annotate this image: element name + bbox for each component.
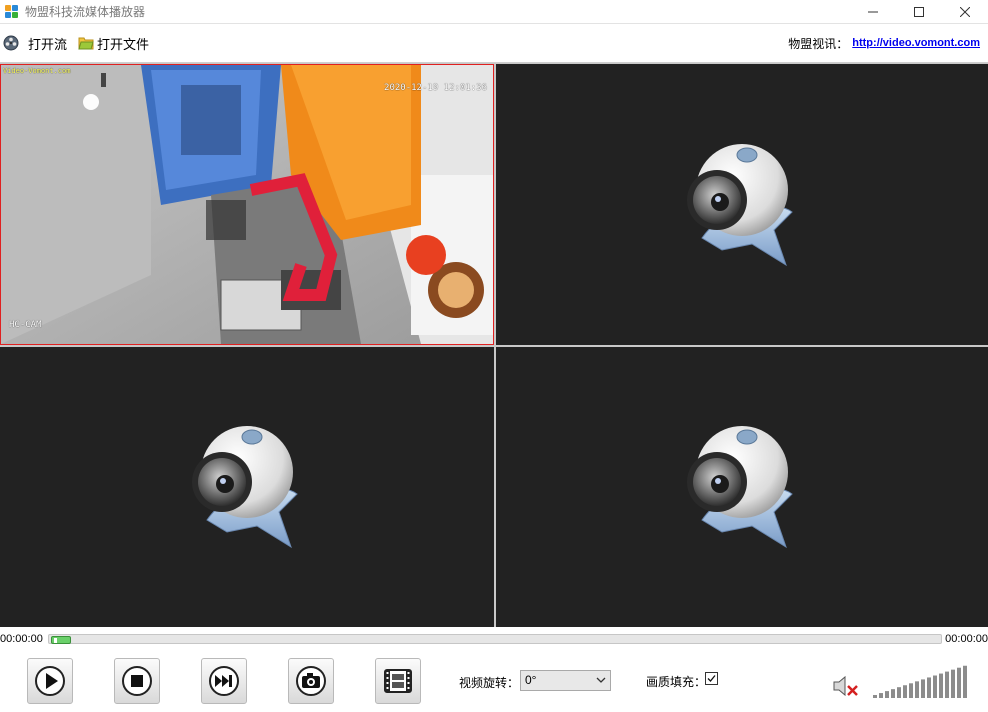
volume-bar[interactable]	[939, 673, 943, 698]
close-button[interactable]	[942, 0, 988, 24]
video-cell-3[interactable]	[0, 347, 494, 627]
video-frame	[1, 65, 493, 344]
osd-camera-name: HC-CAM	[9, 320, 42, 330]
seek-handle[interactable]	[51, 636, 71, 644]
current-time: 00:00:00	[0, 633, 43, 645]
snapshot-icon	[296, 666, 326, 696]
toolbar: 打开流 打开文件 物盟视讯： http://video.vomont.com	[0, 25, 988, 63]
play-icon	[35, 666, 65, 696]
volume-bar[interactable]	[879, 693, 883, 698]
webcam-icon	[687, 143, 793, 266]
volume-bar[interactable]	[873, 695, 877, 698]
folder-icon	[78, 37, 94, 50]
checkmark-icon	[707, 675, 716, 682]
video-cell-1[interactable]: Video-Vomont.com 2020-12-19 12:01:36 HC-…	[0, 64, 494, 345]
window-controls	[850, 0, 988, 24]
video-cell-4[interactable]	[496, 347, 988, 627]
site-label: 物盟视讯：	[788, 36, 849, 51]
mute-button[interactable]	[832, 674, 860, 698]
fill-label: 画质填充：	[646, 675, 707, 689]
site-info: 物盟视讯： http://video.vomont.com	[788, 25, 980, 61]
site-link[interactable]: http://video.vomont.com	[852, 37, 980, 49]
volume-slider[interactable]	[873, 664, 969, 698]
rotation-select[interactable]: 0°	[520, 670, 611, 691]
maximize-icon	[914, 7, 924, 17]
playback-controls: 视频旋转： 0° 画质填充：	[0, 650, 988, 712]
record-button[interactable]	[375, 658, 421, 704]
volume-bar[interactable]	[933, 675, 937, 699]
volume-bar[interactable]	[927, 677, 931, 698]
volume-bar[interactable]	[891, 689, 895, 698]
minimize-icon	[868, 11, 878, 13]
maximize-button[interactable]	[896, 0, 942, 24]
fill-checkbox[interactable]	[705, 672, 718, 685]
open-stream-button[interactable]: 打开流	[3, 25, 67, 61]
webcam-icon	[687, 426, 793, 549]
open-file-button[interactable]: 打开文件	[78, 25, 149, 61]
stop-icon	[122, 666, 152, 696]
video-cell-2[interactable]	[496, 64, 988, 345]
progress-bar: 00:00:00 00:00:00	[0, 628, 988, 650]
volume-bar[interactable]	[885, 691, 889, 698]
webcam-icon	[192, 426, 298, 549]
osd-watermark: Video-Vomont.com	[3, 67, 71, 75]
play-button[interactable]	[27, 658, 73, 704]
rotation-value: 0°	[525, 673, 537, 687]
volume-bar[interactable]	[921, 679, 925, 698]
window-title: 物盟科技流媒体播放器	[25, 5, 146, 19]
next-frame-icon	[209, 666, 239, 696]
title-bar: 物盟科技流媒体播放器	[0, 0, 988, 24]
chevron-down-icon	[596, 677, 606, 683]
rotation-label: 视频旋转：	[459, 676, 520, 690]
video-grid: Video-Vomont.com 2020-12-19 12:01:36 HC-…	[0, 63, 988, 627]
volume-bar[interactable]	[897, 687, 901, 698]
volume-bar[interactable]	[915, 681, 919, 698]
app-logo-icon	[5, 4, 19, 19]
open-stream-label: 打开流	[28, 36, 68, 52]
minimize-button[interactable]	[850, 0, 896, 24]
close-icon	[960, 7, 970, 17]
total-time: 00:00:00	[945, 633, 988, 645]
next-frame-button[interactable]	[201, 658, 247, 704]
osd-timestamp: 2020-12-19 12:01:36	[384, 83, 487, 93]
volume-bar[interactable]	[945, 671, 949, 698]
volume-bar[interactable]	[903, 685, 907, 698]
open-file-label: 打开文件	[97, 36, 150, 52]
volume-bar[interactable]	[963, 665, 967, 698]
volume-bar[interactable]	[957, 667, 961, 698]
seek-track[interactable]	[48, 634, 942, 644]
volume-bar[interactable]	[951, 669, 955, 698]
film-reel-icon	[3, 35, 19, 51]
stop-button[interactable]	[114, 658, 160, 704]
snapshot-button[interactable]	[288, 658, 334, 704]
record-icon	[384, 669, 412, 693]
volume-bar[interactable]	[909, 683, 913, 698]
